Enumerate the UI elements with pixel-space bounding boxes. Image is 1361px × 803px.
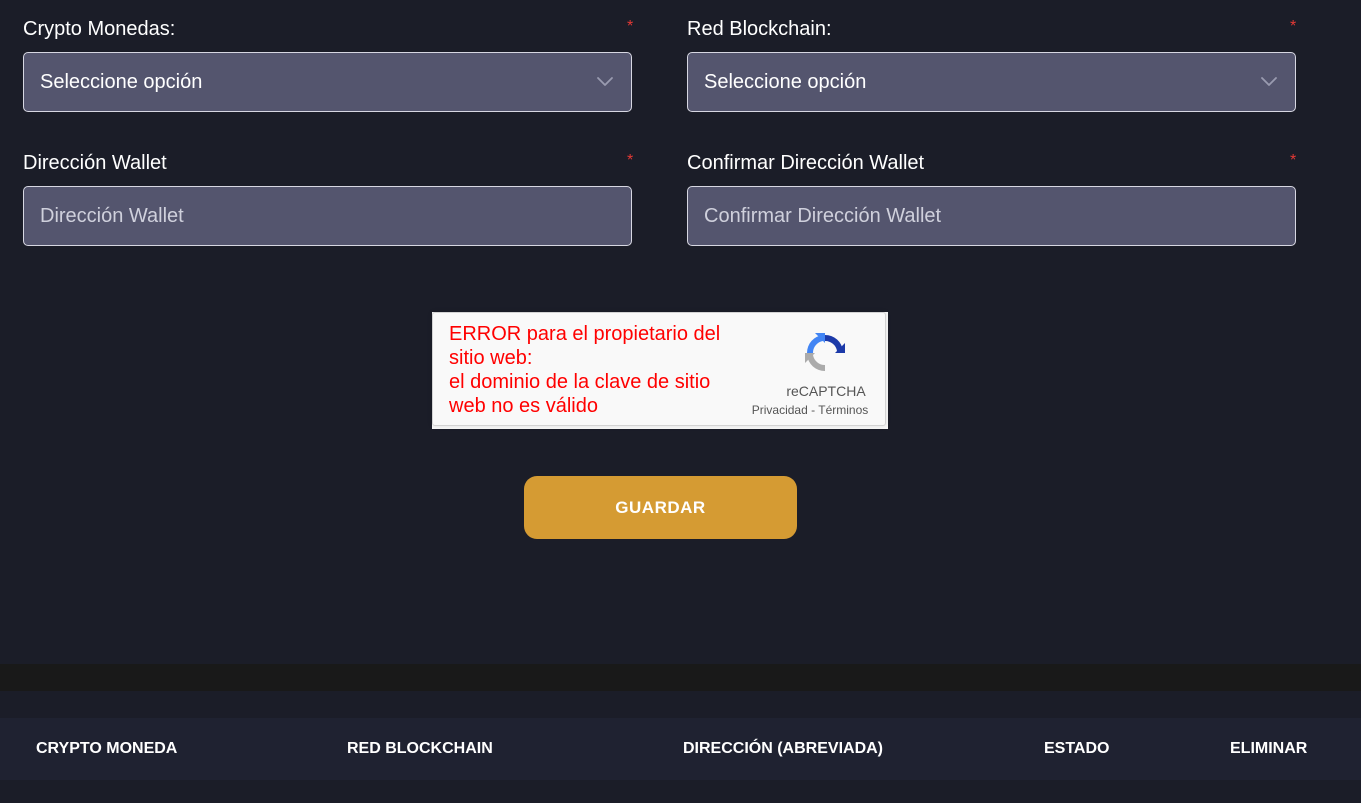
chevron-down-icon: [597, 77, 613, 86]
network-label: Red Blockchain:: [687, 18, 832, 40]
recaptcha-error-message: ERROR para el propietario del sitio web:…: [449, 323, 721, 417]
column-header-address: DIRECCIÓN (ABREVIADA): [683, 740, 883, 757]
wallet-confirm-label: Confirmar Dirección Wallet: [687, 152, 925, 174]
network-select-value: Seleccione opción: [704, 71, 867, 93]
wallet-address-input[interactable]: [24, 187, 631, 245]
column-header-status: ESTADO: [1044, 740, 1110, 757]
recaptcha-brand: reCAPTCHA: [786, 383, 866, 399]
section-divider: [0, 664, 1361, 691]
recaptcha-terms-link[interactable]: Términos: [818, 403, 868, 417]
column-header-delete: ELIMINAR: [1230, 740, 1308, 757]
column-header-network: RED BLOCKCHAIN: [347, 740, 493, 757]
chevron-down-icon: [1261, 77, 1277, 86]
crypto-select-value: Seleccione opción: [40, 71, 203, 93]
wallets-table-header: CRYPTO MONEDA RED BLOCKCHAIN DIRECCIÓN (…: [0, 718, 1361, 780]
crypto-required-mark: *: [627, 18, 634, 35]
crypto-label: Crypto Monedas:: [23, 18, 176, 40]
wallet-field-box: [23, 186, 632, 246]
recaptcha-links: Privacidad - Términos: [741, 403, 879, 417]
wallet-confirm-input[interactable]: [688, 187, 1295, 245]
recaptcha-frame: ERROR para el propietario del sitio web:…: [432, 312, 886, 426]
recaptcha-privacy-link[interactable]: Privacidad: [752, 403, 808, 417]
column-header-crypto: CRYPTO MONEDA: [36, 740, 178, 757]
wallet-confirm-required-mark: *: [1290, 152, 1297, 169]
wallet-confirm-field-box: [687, 186, 1296, 246]
wallet-label: Dirección Wallet: [23, 152, 167, 174]
wallet-required-mark: *: [627, 152, 634, 169]
recaptcha-logo-icon: [805, 333, 845, 372]
crypto-select[interactable]: Seleccione opción: [23, 52, 632, 112]
recaptcha-widget: ERROR para el propietario del sitio web:…: [432, 312, 888, 429]
save-button[interactable]: GUARDAR: [524, 476, 797, 539]
recaptcha-link-separator: -: [811, 403, 816, 417]
network-select[interactable]: Seleccione opción: [687, 52, 1296, 112]
network-required-mark: *: [1290, 18, 1297, 35]
